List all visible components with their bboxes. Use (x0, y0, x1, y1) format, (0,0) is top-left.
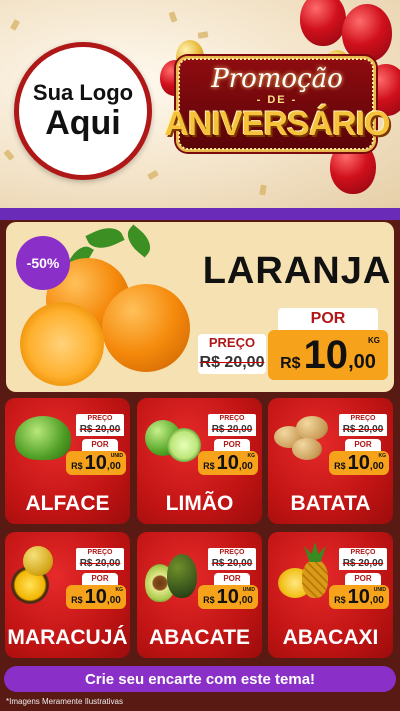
preco-label: PREÇO (76, 548, 124, 558)
preco-label: PREÇO (339, 414, 387, 424)
price-cents: ,00 (369, 595, 384, 606)
product-card[interactable]: PREÇO R$ 20,00 POR R$ 10,00 KG BATATA (268, 398, 393, 524)
por-label: POR (345, 573, 381, 585)
price-cents: ,00 (238, 595, 253, 606)
price-unit: UNID (242, 587, 255, 593)
price-cents: ,00 (106, 461, 121, 472)
por-label: POR (82, 573, 118, 585)
preco-label: PREÇO (208, 548, 256, 558)
price-unit: UNID (373, 587, 386, 593)
lettuce-icon (15, 416, 71, 460)
divider-bar (0, 208, 400, 220)
preco-label: PREÇO (208, 414, 256, 424)
confetti (3, 149, 15, 161)
price-unit: KG (378, 453, 387, 459)
currency: R$ (280, 355, 301, 372)
pineapple-crown-icon (304, 542, 326, 562)
preco-label: PREÇO (339, 548, 387, 558)
por-label: POR (214, 573, 250, 585)
por-label: POR (214, 439, 250, 451)
product-card[interactable]: PREÇO R$ 20,00 POR R$ 10,00 UNID ALFACE (5, 398, 130, 524)
old-price: R$ 20,00 (76, 424, 124, 436)
old-price: R$ 20,00 (208, 424, 256, 436)
price-unit: UNID (110, 453, 123, 459)
new-price: R$ 10,00 KG (198, 451, 258, 475)
confetti (259, 184, 267, 196)
product-name: LIMÃO (165, 492, 234, 515)
product-card[interactable]: PREÇO R$ 20,00 POR R$ 10,00 UNID ABACAXI (268, 532, 393, 658)
price-int: 10 (84, 452, 107, 474)
logo-text-line2: Aqui (45, 104, 121, 143)
promo-title: Promoção (211, 64, 343, 94)
por-label: POR (345, 439, 381, 451)
price-cents: ,00 (369, 461, 384, 472)
price-int: 10 (84, 586, 107, 608)
por-label: POR (82, 439, 118, 451)
balloon-icon (300, 0, 346, 46)
confetti (168, 11, 178, 23)
currency: R$ (203, 595, 215, 605)
old-price: R$ 20,00 (339, 558, 387, 570)
confetti (147, 169, 159, 181)
product-name: MARACUJÁ (7, 626, 128, 649)
new-price: R$ 10 ,00 KG (268, 330, 388, 380)
price-unit: KG (115, 587, 124, 593)
avocado-icon (167, 554, 197, 598)
por-label: POR (278, 308, 378, 330)
leaf-icon (121, 224, 157, 258)
price-int: 10 (303, 333, 349, 377)
promo-sign: Promoção - DE - ANIVERSÁRIO (162, 50, 392, 160)
price-cents: ,00 (238, 461, 253, 472)
product-card[interactable]: PREÇO R$ 20,00 POR R$ 10,00 UNID ABACATE (137, 532, 262, 658)
old-price: R$ 20,00 (339, 424, 387, 436)
product-card[interactable]: PREÇO R$ 20,00 POR R$ 10,00 KG MARACUJÁ (5, 532, 130, 658)
new-price: R$ 10,00 KG (66, 585, 126, 609)
cta-banner[interactable]: Crie seu encarte com este tema! (4, 666, 396, 692)
header-banner: Sua Logo Aqui Promoção - DE - ANIVERSÁRI… (0, 0, 400, 208)
price-cents: ,00 (348, 351, 376, 373)
product-name: ABACATE (148, 626, 251, 649)
product-name: LARANJA (202, 250, 392, 292)
product-name: ABACAXI (282, 626, 379, 649)
lime-slice-icon (167, 428, 201, 462)
orange-icon (102, 284, 190, 372)
new-price: R$ 10,00 UNID (198, 585, 258, 609)
price-cents: ,00 (106, 595, 121, 606)
new-price: R$ 10,00 UNID (329, 585, 389, 609)
potato-icon (296, 416, 328, 440)
new-price: R$ 10,00 UNID (66, 451, 126, 475)
currency: R$ (203, 461, 215, 471)
potato-icon (292, 438, 322, 460)
logo-text-line1: Sua Logo (32, 80, 134, 106)
price-int: 10 (216, 452, 239, 474)
currency: R$ (71, 595, 83, 605)
old-price: R$ 20,00 (198, 352, 266, 374)
price-int: 10 (347, 586, 370, 608)
price-int: 10 (347, 452, 370, 474)
passion-fruit-icon (23, 546, 53, 576)
featured-product[interactable]: -50% LARANJA PREÇO R$ 20,00 POR R$ 10 ,0… (6, 222, 394, 392)
product-name: ALFACE (25, 492, 110, 515)
price-int: 10 (216, 586, 239, 608)
disclaimer: *Imagens Meramente Ilustrativas (6, 697, 123, 706)
product-name: BATATA (290, 492, 371, 515)
preco-label: PREÇO (198, 334, 266, 352)
pineapple-icon (302, 560, 328, 598)
orange-slice-icon (20, 302, 104, 386)
old-price: R$ 20,00 (208, 558, 256, 570)
currency: R$ (334, 461, 346, 471)
confetti (197, 31, 209, 39)
confetti (9, 19, 21, 31)
logo-placeholder[interactable]: Sua Logo Aqui (14, 42, 152, 180)
price-unit: KG (247, 453, 256, 459)
discount-badge: -50% (16, 236, 70, 290)
currency: R$ (71, 461, 83, 471)
price-unit: KG (368, 336, 380, 345)
promo-subtitle: ANIVERSÁRIO (164, 105, 390, 143)
old-price: R$ 20,00 (76, 558, 124, 570)
preco-label: PREÇO (76, 414, 124, 424)
currency: R$ (334, 595, 346, 605)
new-price: R$ 10,00 KG (329, 451, 389, 475)
product-card[interactable]: PREÇO R$ 20,00 POR R$ 10,00 KG LIMÃO (137, 398, 262, 524)
